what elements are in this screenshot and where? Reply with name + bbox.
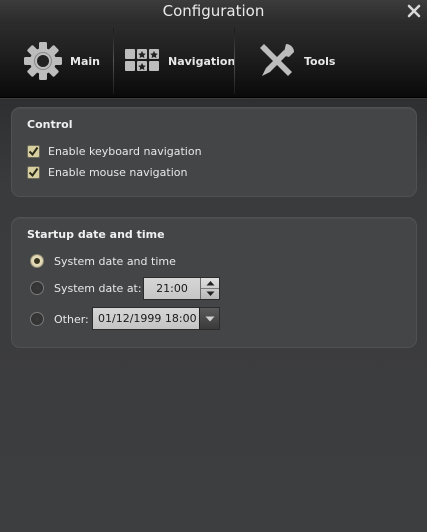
- time-value[interactable]: 21:00: [144, 278, 200, 299]
- toolbar-navigation-button[interactable]: Navigation: [124, 24, 235, 98]
- other-label: Other:: [54, 312, 89, 326]
- toolbar-divider: [234, 28, 235, 94]
- tools-icon: [256, 40, 298, 82]
- keyboard-navigation-option[interactable]: Enable keyboard navigation: [27, 145, 202, 158]
- keyboard-navigation-checkbox[interactable]: [27, 145, 40, 158]
- keys-icon: [124, 46, 162, 76]
- other-radio[interactable]: [30, 312, 44, 326]
- gear-icon: [22, 40, 64, 82]
- toolbar-navigation-label: Navigation: [168, 54, 236, 68]
- control-group-title: Control: [27, 118, 73, 131]
- title-bar: Configuration: [0, 0, 427, 24]
- toolbar-tools-button[interactable]: Tools: [256, 24, 335, 98]
- mouse-navigation-option[interactable]: Enable mouse navigation: [27, 166, 187, 179]
- toolbar-main-button[interactable]: Main: [22, 24, 100, 98]
- system-date-at-radio[interactable]: [30, 281, 44, 295]
- mouse-navigation-label: Enable mouse navigation: [48, 166, 188, 179]
- other-datetime-combo[interactable]: 01/12/1999 18:00: [92, 307, 220, 330]
- toolbar-tools-label: Tools: [304, 54, 336, 68]
- system-date-time-radio[interactable]: [30, 254, 44, 268]
- spin-down-icon[interactable]: [201, 288, 219, 299]
- other-option[interactable]: Other:: [30, 312, 89, 326]
- toolbar-divider: [113, 28, 114, 94]
- system-date-time-label: System date and time: [54, 254, 176, 268]
- system-date-at-label: System date at:: [54, 281, 142, 295]
- content-area: Control Enable keyboard navigation Enabl…: [0, 99, 427, 532]
- time-spinbox[interactable]: 21:00: [143, 277, 220, 300]
- startup-group-title: Startup date and time: [27, 228, 165, 241]
- toolbar: Main Navigation Tools: [0, 24, 427, 98]
- system-date-time-option[interactable]: System date and time: [30, 254, 176, 268]
- startup-group: Startup date and time System date and ti…: [11, 217, 417, 348]
- keyboard-navigation-label: Enable keyboard navigation: [48, 145, 202, 158]
- spin-up-icon[interactable]: [201, 278, 219, 288]
- system-date-at-option[interactable]: System date at:: [30, 281, 142, 295]
- window-title: Configuration: [162, 2, 265, 20]
- chevron-down-icon[interactable]: [199, 308, 219, 329]
- close-icon[interactable]: [405, 2, 423, 20]
- mouse-navigation-checkbox[interactable]: [27, 166, 40, 179]
- control-group: Control Enable keyboard navigation Enabl…: [11, 107, 417, 197]
- toolbar-main-label: Main: [70, 54, 100, 68]
- other-datetime-value[interactable]: 01/12/1999 18:00: [93, 308, 199, 329]
